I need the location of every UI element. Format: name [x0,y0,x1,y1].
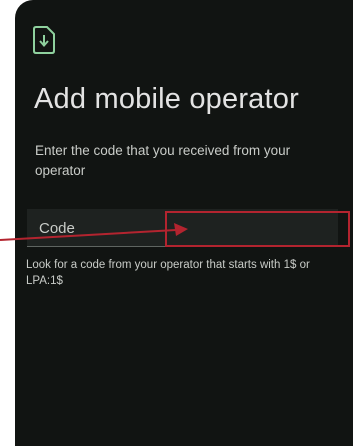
instruction-text: Enter the code that you received from yo… [35,143,291,178]
helper-text: Look for a code from your operator that … [26,259,310,287]
sim-download-icon [32,26,56,54]
page-title: Add mobile operator [34,83,299,115]
annotation-highlight-box [165,211,350,247]
